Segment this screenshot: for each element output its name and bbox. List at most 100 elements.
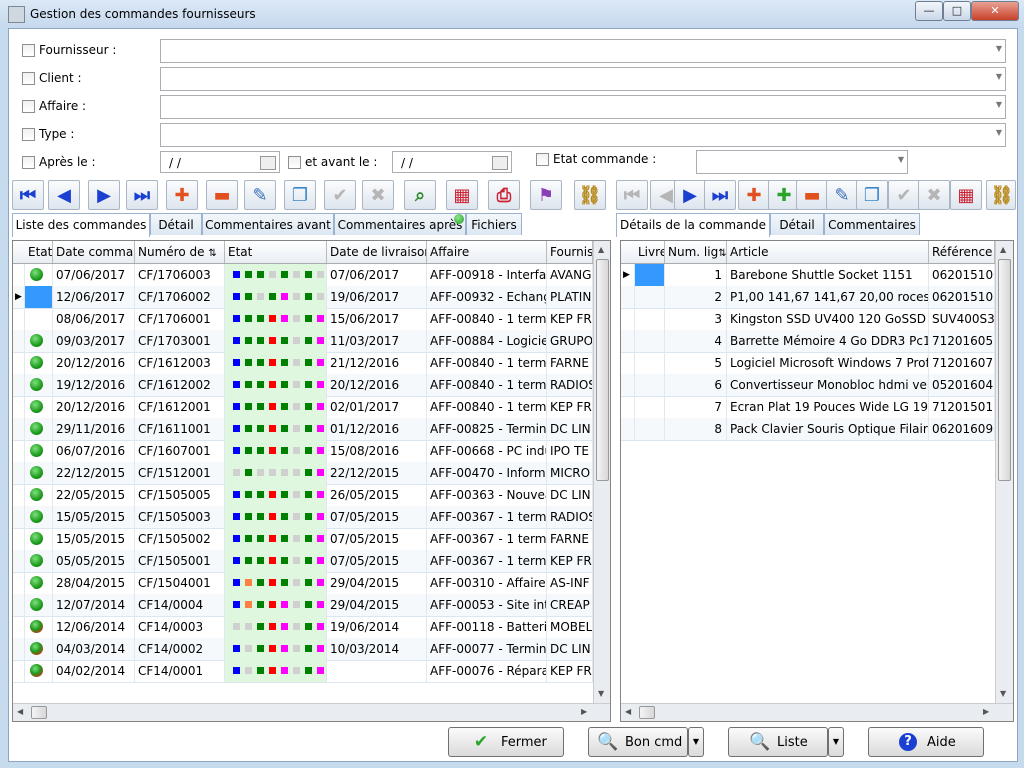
table-row[interactable]: 07/06/2017 CF/1706003 07/06/2017 AFF-00918 … [13,264,593,287]
row-indicator[interactable] [13,506,25,528]
scroll-right-icon[interactable]: ▶ [581,707,587,716]
orders-grid[interactable]: Etat Date command Numéro de ⇅ Etat Date … [12,240,611,722]
right-first-record-button[interactable]: ⏮ [616,180,648,210]
col-fournisseur[interactable]: Fournis [547,241,593,263]
lines-horizontal-scrollbar[interactable]: ◀ ▶ [621,703,1013,721]
row-indicator[interactable] [13,374,25,396]
row-indicator[interactable] [13,396,25,418]
table-row[interactable]: 22/12/2015 CF/1512001 22/12/2015 AFF-00470 … [13,462,593,485]
tab-fichiers[interactable]: Fichiers [466,213,522,235]
liste-button[interactable]: 🔍 Liste [728,727,828,757]
table-row[interactable]: 12/06/2014 CF14/0003 19/06/2014 AFF-00118 -… [13,616,593,639]
table-row[interactable]: 20/12/2016 CF/1612003 21/12/2016 AFF-00840 … [13,352,593,375]
livre-cell[interactable] [635,330,665,352]
last-record-button[interactable]: ⏭ [126,180,158,210]
right-next-record-button[interactable]: ▶ [674,180,706,210]
lines-vertical-scrollbar[interactable]: ▲ ▼ [995,241,1013,703]
next-record-button[interactable]: ▶ [88,180,120,210]
avant-date-input[interactable]: / / [392,151,512,173]
tab-details-commande[interactable]: Détails de la commande [616,213,770,237]
affaire-filter-checkbox[interactable]: Affaire : [22,96,86,116]
table-row[interactable]: 5 Logiciel Microsoft Windows 7 Prof 712016… [621,352,995,375]
right-edit-button[interactable]: ✎ [826,180,858,210]
duplicate-button[interactable]: ❐ [284,180,316,210]
row-indicator[interactable] [13,308,25,330]
tab-commentaires[interactable]: Commentaires [824,213,920,235]
client-filter-checkbox[interactable]: Client : [22,68,82,88]
calendar-button[interactable]: ▦ [446,180,478,210]
table-row[interactable]: 20/12/2016 CF/1612001 02/01/2017 AFF-00840 … [13,396,593,419]
bon-cmd-button[interactable]: 🔍 Bon cmd [588,727,688,757]
row-indicator[interactable] [13,264,25,286]
checkbox-icon[interactable] [22,100,35,113]
row-indicator[interactable] [13,352,25,374]
col-etat-dot[interactable]: Etat [25,241,53,263]
row-indicator[interactable] [13,528,25,550]
table-row[interactable]: 2 P1,00 141,67 141,67 20,00 rocesse 062015… [621,286,995,309]
validate-button[interactable]: ✔ [324,180,356,210]
row-indicator[interactable] [13,616,25,638]
right-cancel-button[interactable]: ✖ [918,180,950,210]
table-row[interactable]: 08/06/2017 CF/1706001 15/06/2017 AFF-00840 … [13,308,593,331]
col-date-livraison[interactable]: Date de livraison [327,241,427,263]
order-lines-grid[interactable]: Livre Num. lig⇅ Article Référence ▶ 1 Bare… [620,240,1014,722]
chevron-down-icon[interactable]: ▼ [996,72,1002,81]
etat-filter-checkbox[interactable]: Etat commande : [536,149,656,169]
table-row[interactable]: 05/05/2015 CF/1505001 07/05/2015 AFF-00367 … [13,550,593,573]
table-row[interactable]: 06/07/2016 CF/1607001 15/08/2016 AFF-00668 … [13,440,593,463]
table-row[interactable]: 09/03/2017 CF/1703001 11/03/2017 AFF-00884 … [13,330,593,353]
table-row[interactable]: 19/12/2016 CF/1612002 20/12/2016 AFF-00840 … [13,374,593,397]
calendar-icon[interactable] [492,156,508,170]
scroll-right-icon[interactable]: ▶ [983,707,989,716]
edit-button[interactable]: ✎ [244,180,276,210]
remove-button[interactable]: ▬ [206,180,238,210]
print-button[interactable]: ⎙ [488,180,520,210]
table-row[interactable]: 8 Pack Clavier Souris Optique Filaire 0620… [621,418,995,441]
table-row[interactable]: 3 Kingston SSD UV400 120 GoSSD 1 SUV400S3 [621,308,995,331]
chevron-down-icon[interactable]: ▼ [898,155,904,164]
chevron-down-icon[interactable]: ▼ [833,737,839,746]
row-indicator[interactable] [13,660,25,682]
fournisseur-combo[interactable]: ▼ [160,39,1006,63]
aide-button[interactable]: ? Aide [868,727,984,757]
row-indicator[interactable]: ▶ [13,286,25,308]
sort-icon[interactable]: ⇅ [718,248,726,259]
tab-detail-right[interactable]: Détail [770,213,824,235]
col-affaire[interactable]: Affaire [427,241,547,263]
row-indicator[interactable] [13,572,25,594]
row-indicator[interactable] [621,308,635,330]
livre-cell[interactable] [635,418,665,440]
livre-cell[interactable] [635,396,665,418]
row-indicator[interactable] [13,440,25,462]
right-duplicate-button[interactable]: ❐ [856,180,888,210]
row-indicator[interactable] [621,330,635,352]
scroll-thumb[interactable] [998,259,1011,481]
cancel-button[interactable]: ✖ [362,180,394,210]
table-row[interactable]: 15/05/2015 CF/1505002 07/05/2015 AFF-00367 … [13,528,593,551]
scroll-thumb[interactable] [596,259,609,481]
liste-dropdown[interactable]: ▼ [828,727,844,757]
table-row[interactable]: 22/05/2015 CF/1505005 26/05/2015 AFF-00363 … [13,484,593,507]
type-filter-checkbox[interactable]: Type : [22,124,74,144]
sort-icon[interactable]: ⇅ [208,248,216,259]
scroll-thumb[interactable] [639,706,655,719]
fermer-button[interactable]: ✔ Fermer [448,727,564,757]
stamp-button[interactable]: ⚑ [530,180,562,210]
col-num-ligne[interactable]: Num. lig⇅ [665,241,727,263]
table-row[interactable]: 12/07/2014 CF14/0004 29/04/2015 AFF-00053 -… [13,594,593,617]
orders-horizontal-scrollbar[interactable]: ◀ ▶ [13,703,610,721]
minimize-button[interactable]: — [915,1,943,21]
table-row[interactable]: 04/03/2014 CF14/0002 10/03/2014 AFF-00077 -… [13,638,593,661]
livre-cell[interactable] [635,374,665,396]
row-indicator[interactable] [13,462,25,484]
livre-cell[interactable] [635,308,665,330]
livre-cell[interactable] [635,352,665,374]
tab-liste-des-commandes[interactable]: Liste des commandes [12,213,150,237]
right-last-record-button[interactable]: ⏭ [704,180,736,210]
checkbox-icon[interactable] [22,156,35,169]
checkbox-icon[interactable] [22,72,35,85]
table-row[interactable]: 15/05/2015 CF/1505003 07/05/2015 AFF-00367 … [13,506,593,529]
scroll-up-icon[interactable]: ▲ [1000,245,1006,254]
table-row[interactable]: 29/11/2016 CF/1611001 01/12/2016 AFF-00825 … [13,418,593,441]
scroll-left-icon[interactable]: ◀ [17,707,23,716]
